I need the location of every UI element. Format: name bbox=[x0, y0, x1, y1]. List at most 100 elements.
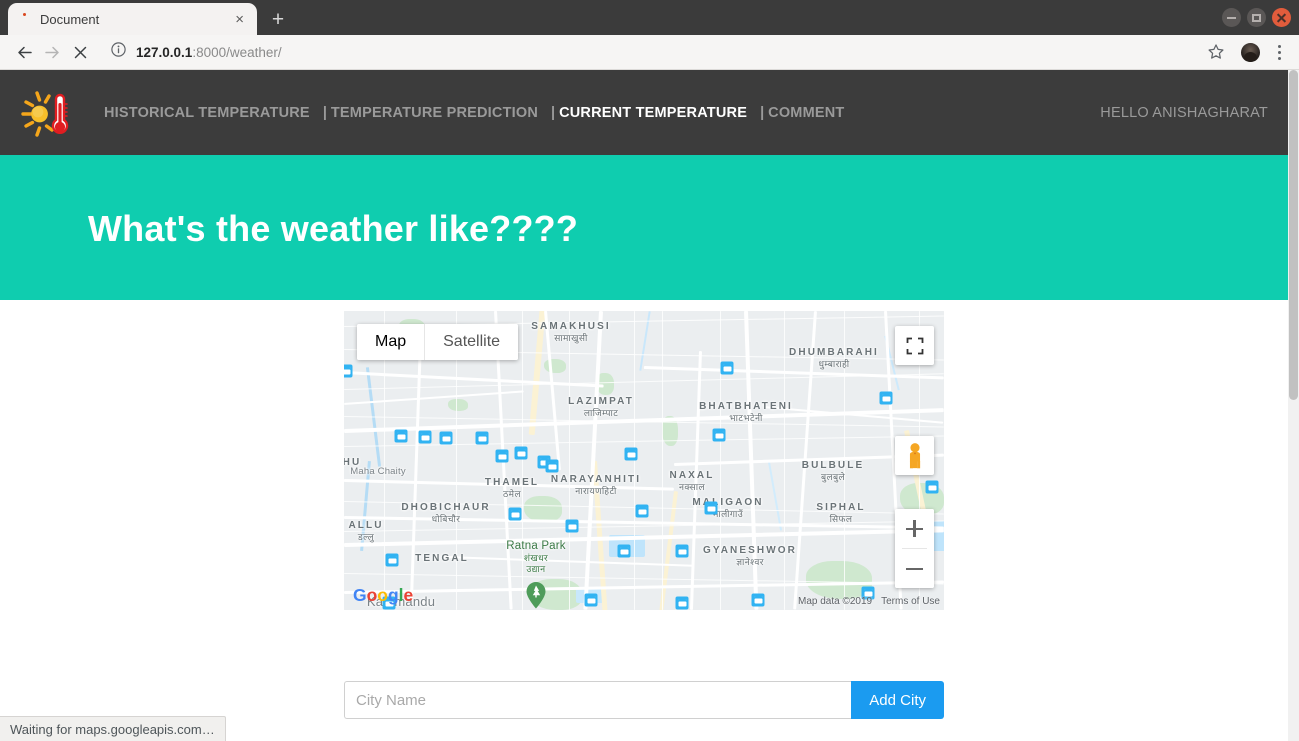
hero-banner: What's the weather like???? bbox=[0, 158, 1288, 300]
bus-stop-icon[interactable] bbox=[925, 480, 939, 494]
map-type-satellite-button[interactable]: Satellite bbox=[425, 324, 519, 360]
browser-menu-icon[interactable] bbox=[1271, 44, 1287, 60]
stop-loading-icon[interactable] bbox=[66, 38, 94, 66]
map-label: DHUMBARAHI धुम्बाराही bbox=[789, 347, 879, 369]
map-label: THAMEL ठमेल bbox=[484, 477, 540, 499]
map-label-poi[interactable]: Ratna Park शंखधर उद्यान bbox=[506, 540, 566, 574]
map-type-control: Map Satellite bbox=[357, 324, 519, 360]
browser-titlebar: Document × + bbox=[0, 0, 1299, 35]
toolbar-actions bbox=[1202, 38, 1287, 66]
browser-window: Document × + 127.0.0.1:8000/weather/ HIS… bbox=[0, 0, 1299, 741]
bus-stop-icon[interactable] bbox=[344, 364, 353, 378]
map-data-copyright: Map data ©2019 bbox=[798, 596, 873, 607]
avatar[interactable] bbox=[1241, 42, 1260, 62]
bus-stop-icon[interactable] bbox=[545, 459, 559, 473]
favicon-icon bbox=[18, 11, 34, 27]
map-label: MALIGAON मालीगाउँ bbox=[692, 497, 764, 519]
scrollbar-thumb[interactable] bbox=[1289, 70, 1298, 400]
street-view-pegman-icon[interactable] bbox=[895, 436, 934, 475]
sun-thermometer-logo-icon[interactable] bbox=[18, 85, 74, 141]
maximize-window-button[interactable] bbox=[1247, 8, 1266, 27]
nav-link-historical-temperature[interactable]: HISTORICAL TEMPERATURE bbox=[104, 105, 310, 121]
map-label: DHOBICHAUR धोबिचौर bbox=[401, 502, 491, 524]
map-label: BHATBHATENI भाटभटेनी bbox=[699, 401, 793, 423]
zoom-in-button[interactable] bbox=[895, 509, 934, 548]
map-label: NAXAL नक्साल bbox=[669, 470, 715, 492]
address-bar[interactable]: 127.0.0.1:8000/weather/ bbox=[102, 38, 1194, 66]
nav-separator: | bbox=[551, 104, 556, 121]
bus-stop-icon[interactable] bbox=[495, 449, 509, 463]
bus-stop-icon[interactable] bbox=[712, 428, 726, 442]
bus-stop-icon[interactable] bbox=[635, 504, 649, 518]
bus-stop-icon[interactable] bbox=[751, 593, 765, 607]
map-attribution: Map data ©2019 Terms of Use bbox=[798, 596, 940, 607]
new-tab-button[interactable]: + bbox=[263, 7, 293, 35]
nav-link-temperature-prediction[interactable]: TEMPERATURE PREDICTION bbox=[331, 105, 538, 121]
svg-text:Google: Google bbox=[353, 586, 414, 605]
window-controls bbox=[1222, 8, 1291, 27]
bus-stop-icon[interactable] bbox=[675, 544, 689, 558]
browser-tab[interactable]: Document × bbox=[8, 3, 257, 35]
forward-arrow-icon bbox=[38, 38, 66, 66]
tab-title: Document bbox=[40, 11, 100, 27]
add-city-form: Add City bbox=[344, 681, 944, 719]
bus-stop-icon[interactable] bbox=[508, 507, 522, 521]
google-logo-icon: Google bbox=[353, 585, 415, 606]
nav-separator: | bbox=[760, 104, 765, 121]
site-nav-links: HISTORICAL TEMPERATURE | TEMPERATURE PRE… bbox=[104, 105, 844, 121]
address-bar-url: 127.0.0.1:8000/weather/ bbox=[136, 45, 282, 60]
bus-stop-icon[interactable] bbox=[720, 361, 734, 375]
page-scrollbar[interactable] bbox=[1288, 70, 1299, 741]
url-path: :8000/weather/ bbox=[192, 44, 282, 60]
status-bar: Waiting for maps.googleapis.com… bbox=[0, 716, 226, 741]
map-label: LAZIMPAT लाजिम्पाट bbox=[568, 396, 634, 418]
close-window-button[interactable] bbox=[1272, 8, 1291, 27]
map-label: TENGAL bbox=[415, 553, 469, 564]
map-label: GYANESHWOR ज्ञानेश्वर bbox=[703, 545, 797, 567]
bus-stop-icon[interactable] bbox=[704, 501, 718, 515]
site-navbar: HISTORICAL TEMPERATURE | TEMPERATURE PRE… bbox=[0, 70, 1288, 158]
bus-stop-icon[interactable] bbox=[879, 391, 893, 405]
park-marker-pin[interactable] bbox=[525, 581, 547, 609]
main-content: SAMAKHUSI सामाखुसी DHUMBARAHI धुम्बाराही L… bbox=[0, 300, 1288, 719]
bus-stop-icon[interactable] bbox=[418, 430, 432, 444]
bus-stop-icon[interactable] bbox=[617, 544, 631, 558]
user-greeting[interactable]: HELLO ANISHAGHARAT bbox=[1100, 105, 1268, 121]
url-host: 127.0.0.1 bbox=[136, 44, 193, 60]
nav-separator: | bbox=[322, 104, 327, 121]
bus-stop-icon[interactable] bbox=[394, 429, 408, 443]
browser-toolbar: 127.0.0.1:8000/weather/ bbox=[0, 35, 1299, 70]
bus-stop-icon[interactable] bbox=[385, 553, 399, 567]
map-label: BULBULE बुलबुले bbox=[801, 460, 865, 482]
star-icon[interactable] bbox=[1202, 38, 1230, 66]
minimize-window-button[interactable] bbox=[1222, 8, 1241, 27]
bus-stop-icon[interactable] bbox=[584, 593, 598, 607]
web-page: HISTORICAL TEMPERATURE | TEMPERATURE PRE… bbox=[0, 70, 1288, 719]
google-map[interactable]: SAMAKHUSI सामाखुसी DHUMBARAHI धुम्बाराही L… bbox=[344, 311, 944, 610]
map-type-map-button[interactable]: Map bbox=[357, 324, 426, 360]
bus-stop-icon[interactable] bbox=[565, 519, 579, 533]
map-label: ALLU डल्लु bbox=[348, 520, 384, 542]
tab-close-icon[interactable]: × bbox=[232, 12, 247, 27]
status-text: Waiting for maps.googleapis.com… bbox=[10, 721, 215, 737]
add-city-button[interactable]: Add City bbox=[851, 681, 944, 719]
bus-stop-icon[interactable] bbox=[439, 431, 453, 445]
city-name-input[interactable] bbox=[344, 681, 852, 719]
map-zoom-control bbox=[895, 509, 934, 588]
nav-link-comment[interactable]: COMMENT bbox=[768, 105, 844, 121]
terms-of-use-link[interactable]: Terms of Use bbox=[881, 596, 940, 607]
bus-stop-icon[interactable] bbox=[475, 431, 489, 445]
fullscreen-icon[interactable] bbox=[895, 326, 934, 365]
map-label: SIPHAL सिफल bbox=[816, 502, 866, 524]
page-info-icon[interactable] bbox=[110, 41, 127, 63]
bus-stop-icon[interactable] bbox=[624, 447, 638, 461]
map-label: SAMAKHUSI सामाखुसी bbox=[531, 321, 611, 343]
map-label: Maha Chaity bbox=[350, 466, 406, 477]
map-label: NARAYANHITI नारायणहिटी bbox=[550, 474, 642, 496]
zoom-out-button[interactable] bbox=[895, 549, 934, 588]
bus-stop-icon[interactable] bbox=[675, 596, 689, 610]
page-viewport: HISTORICAL TEMPERATURE | TEMPERATURE PRE… bbox=[0, 70, 1299, 741]
back-arrow-icon[interactable] bbox=[10, 38, 38, 66]
nav-link-current-temperature[interactable]: CURRENT TEMPERATURE bbox=[559, 105, 747, 121]
bus-stop-icon[interactable] bbox=[514, 446, 528, 460]
